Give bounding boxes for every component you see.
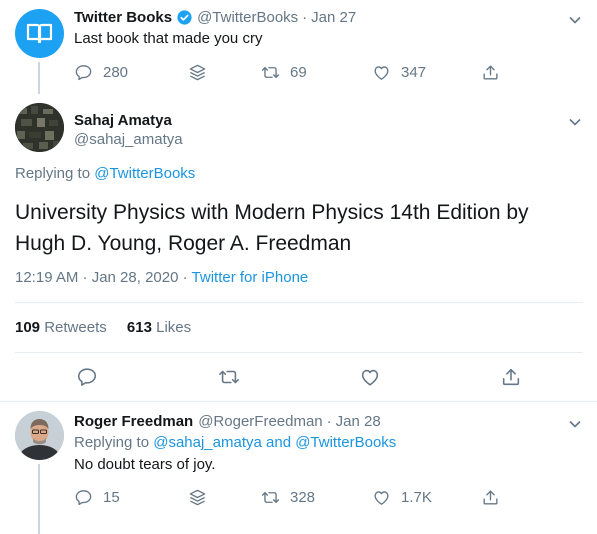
- share-button[interactable]: [481, 486, 510, 508]
- avatar-image: [15, 103, 64, 152]
- retweet-button[interactable]: 328: [261, 486, 315, 508]
- like-total: 613: [126, 319, 152, 336]
- replying-to: Replying to @TwitterBooks: [15, 165, 195, 182]
- tweet-text: Last book that made you cry: [74, 30, 263, 47]
- chevron-down-icon[interactable]: [568, 416, 582, 428]
- author-handle[interactable]: @sahaj_amatya: [74, 131, 183, 148]
- retweets-stat[interactable]: 109 Retweets: [15, 319, 111, 336]
- main-tweet-text: University Physics with Modern Physics 1…: [15, 197, 529, 259]
- likes-stat[interactable]: 613 Likes: [127, 319, 191, 336]
- retweets-label: Retweets: [44, 319, 107, 336]
- author-handle[interactable]: @TwitterBooks: [197, 9, 298, 26]
- divider: [15, 352, 583, 353]
- retweet-count: 69: [290, 63, 307, 81]
- verified-badge-icon: [176, 9, 193, 26]
- stack-button[interactable]: [188, 486, 217, 508]
- chevron-down-icon[interactable]: [568, 114, 582, 126]
- like-icon: [361, 369, 379, 386]
- thread-line: [38, 464, 40, 534]
- retweet-count: 328: [290, 488, 316, 506]
- separator: ·: [326, 413, 332, 430]
- divider: [0, 401, 597, 402]
- stack-icon: [189, 489, 206, 505]
- replying-to-link[interactable]: @TwitterBooks: [94, 165, 195, 182]
- replying-to-link[interactable]: @sahaj_amatya and @TwitterBooks: [153, 434, 396, 451]
- tweet-text: No doubt tears of joy.: [74, 456, 216, 473]
- avatar-image: [15, 411, 64, 460]
- author-name[interactable]: Roger Freedman: [74, 413, 193, 430]
- likes-label: Likes: [156, 319, 192, 336]
- reply-button[interactable]: 280: [74, 61, 128, 83]
- retweet-icon: [261, 491, 280, 503]
- like-count: 1.7K: [401, 488, 432, 506]
- source-link[interactable]: Twitter for iPhone: [192, 269, 309, 286]
- reply-icon: [75, 64, 92, 80]
- share-icon: [483, 489, 498, 505]
- like-button[interactable]: [359, 366, 391, 388]
- tweet-meta: 12:19 AM · Jan 28, 2020 · Twitter for iP…: [15, 269, 308, 286]
- reply-button[interactable]: 15: [74, 486, 120, 508]
- stack-button[interactable]: [188, 61, 217, 83]
- reply-icon: [75, 489, 92, 505]
- author-name[interactable]: Sahaj Amatya: [74, 112, 172, 129]
- book-icon: [26, 23, 53, 44]
- tweet-date[interactable]: Jan 28: [336, 413, 381, 430]
- share-icon: [502, 368, 520, 386]
- share-button[interactable]: [500, 366, 532, 388]
- retweet-icon: [219, 370, 239, 384]
- reply-icon: [77, 368, 97, 386]
- sahaj-amatya-avatar[interactable]: [15, 103, 64, 152]
- engagement-stats: 109 Retweets 613 Likes: [15, 319, 191, 336]
- chevron-down-icon[interactable]: [568, 12, 582, 24]
- share-button[interactable]: [481, 61, 510, 83]
- retweet-total: 109: [15, 319, 41, 336]
- replying-prefix: Replying to: [15, 165, 91, 182]
- like-icon: [374, 490, 389, 505]
- reply-count: 15: [103, 488, 120, 506]
- reply-count: 280: [103, 63, 129, 81]
- main-tweet-text-line1: University Physics with Modern Physics 1…: [15, 201, 529, 224]
- author-name[interactable]: Twitter Books: [74, 9, 172, 26]
- retweet-icon: [261, 66, 280, 78]
- like-icon: [374, 65, 389, 80]
- retweet-button[interactable]: [218, 366, 250, 388]
- thread-line: [38, 62, 40, 94]
- tweet-date[interactable]: Jan 27: [311, 9, 356, 26]
- twitter-books-avatar[interactable]: [15, 9, 64, 58]
- like-button[interactable]: 347: [372, 61, 426, 83]
- divider: [15, 302, 583, 303]
- share-icon: [483, 64, 498, 80]
- separator: ·: [302, 9, 308, 26]
- timestamp[interactable]: 12:19 AM · Jan 28, 2020 ·: [15, 269, 188, 286]
- stack-icon: [189, 64, 206, 80]
- reply-button[interactable]: [76, 366, 108, 388]
- main-tweet-text-line2: Hugh D. Young, Roger A. Freedman: [15, 232, 352, 255]
- author-handle[interactable]: @RogerFreedman: [198, 413, 322, 430]
- replying-to: Replying to @sahaj_amatya and @TwitterBo…: [74, 434, 396, 451]
- retweet-button[interactable]: 69: [261, 61, 307, 83]
- like-button[interactable]: 1.7K: [372, 486, 432, 508]
- like-count: 347: [401, 63, 427, 81]
- replying-prefix: Replying to: [74, 434, 150, 451]
- roger-freedman-avatar[interactable]: [15, 411, 64, 460]
